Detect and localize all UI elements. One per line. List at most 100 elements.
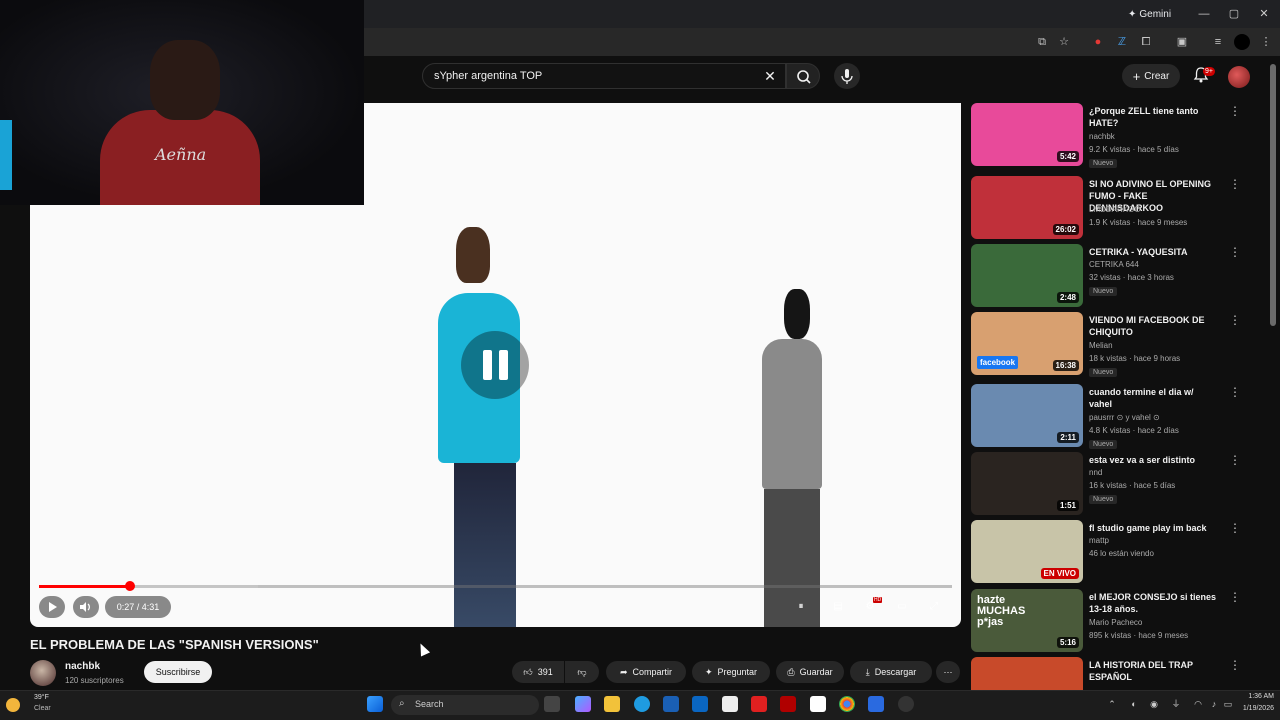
account-avatar[interactable] — [1228, 66, 1250, 88]
bookmark-star-icon[interactable]: ☆ — [1056, 34, 1072, 50]
profile-icon[interactable] — [1234, 34, 1250, 50]
video-thumbnail[interactable]: 26:02 — [971, 176, 1083, 239]
recommendation-item[interactable]: EN VIVO fl studio game play im back mattp 4… — [971, 520, 1251, 584]
clock-time[interactable]: 1:36 AM — [1234, 693, 1274, 700]
more-vertical-icon[interactable]: ⋮ — [1229, 659, 1241, 671]
more-vertical-icon[interactable]: ⋮ — [1229, 314, 1241, 326]
video-thumbnail[interactable]: hazte MUCHAS p*jas 5:16 — [971, 589, 1083, 652]
ask-button[interactable]: ✦ Preguntar — [692, 661, 770, 683]
recommendation-channel[interactable]: nachbk — [1089, 132, 1115, 141]
recommendation-title[interactable]: VIENDO MI FACEBOOK DE CHIQUITO — [1089, 314, 1219, 338]
like-button[interactable]: 👍︎ 391 — [512, 661, 564, 683]
fullscreen-icon[interactable]: ⤢ — [926, 599, 942, 615]
more-vertical-icon[interactable]: ⋮ — [1229, 591, 1241, 603]
task-view-icon[interactable] — [544, 696, 560, 712]
edge-browser-icon[interactable] — [634, 696, 650, 712]
record-extension-icon[interactable]: ● — [1090, 34, 1106, 50]
video-thumbnail[interactable]: 2:11 — [971, 384, 1083, 447]
create-button[interactable]: + Crear — [1122, 64, 1180, 88]
recommendation-channel[interactable]: nnd — [1089, 468, 1102, 477]
page-scrollbar[interactable] — [1270, 64, 1276, 326]
recommendation-channel[interactable]: mattp — [1089, 536, 1109, 545]
netflix-icon[interactable] — [780, 696, 796, 712]
recommendation-title[interactable]: CETRIKA - YAQUESITA — [1089, 246, 1219, 258]
recommendation-channel[interactable]: LMDDARKOO — [1089, 205, 1141, 214]
more-vertical-icon[interactable]: ⋮ — [1229, 386, 1241, 398]
more-actions-button[interactable]: ⋯ — [936, 661, 960, 683]
weather-description[interactable]: Clear — [34, 705, 51, 712]
video-thumbnail[interactable]: 5:42 — [971, 103, 1083, 166]
notes-app-icon[interactable] — [868, 696, 884, 712]
recommendation-channel[interactable]: CETRIKA 644 — [1089, 260, 1139, 269]
progress-scrubber[interactable] — [125, 581, 136, 591]
tray-record-icon[interactable]: ◉ — [1148, 698, 1160, 710]
more-vertical-icon[interactable]: ⋮ — [1229, 178, 1241, 190]
search-input[interactable]: sYpher argentina TOP — [434, 70, 542, 82]
copilot-icon[interactable] — [575, 696, 591, 712]
youtube-app-icon[interactable] — [751, 696, 767, 712]
share-button[interactable]: ➦ Compartir — [606, 661, 686, 683]
recommendation-title[interactable]: cuando termine el dia w/ vahel — [1089, 386, 1219, 410]
video-thumbnail[interactable]: facebook 16:38 — [971, 312, 1083, 375]
outlook-icon[interactable] — [692, 696, 708, 712]
recommendation-item[interactable]: 26:02 SI NO ADIVINO EL OPENING FUMO - FAK… — [971, 176, 1251, 240]
recommendation-item[interactable]: facebook 16:38 VIENDO MI FACEBOOK DE CHIQU… — [971, 312, 1251, 377]
taskbar-search[interactable] — [391, 695, 539, 715]
subtitles-icon[interactable]: ▤ — [830, 599, 846, 615]
chrome-icon[interactable] — [839, 696, 855, 712]
extensions-icon[interactable]: ⧠ — [1138, 34, 1154, 50]
recommendation-title[interactable]: LA HISTORIA DEL TRAP ESPAÑOL — [1089, 659, 1219, 683]
pause-overlay-icon[interactable] — [461, 331, 529, 399]
search-button[interactable] — [786, 63, 820, 89]
recommendation-item[interactable]: 2:11 cuando termine el dia w/ vahel pausrr… — [971, 384, 1251, 449]
recommendation-item[interactable]: hazte MUCHAS p*jas 5:16 el MEJOR CONSEJO s… — [971, 589, 1251, 653]
channel-name[interactable]: nachbk — [65, 661, 100, 672]
tray-app-icon[interactable]: ◐ — [1128, 698, 1140, 710]
store-icon[interactable] — [663, 696, 679, 712]
tray-usb-icon[interactable]: ⏚ — [1170, 698, 1182, 710]
recommendation-title[interactable]: fl studio game play im back — [1089, 522, 1219, 534]
more-vertical-icon[interactable]: ⋮ — [1229, 105, 1241, 117]
video-thumbnail[interactable]: 1:51 — [971, 452, 1083, 515]
subscribe-button[interactable]: Suscribirse — [144, 661, 212, 683]
clock-date[interactable]: 1/19/2026 — [1234, 705, 1274, 712]
recommendation-channel[interactable]: pausrrr ⊙ y vahel ⊙ — [1089, 413, 1160, 422]
weather-temperature[interactable]: 39°F — [34, 694, 49, 701]
recommendation-channel[interactable]: Melian — [1089, 341, 1113, 350]
clear-search-icon[interactable]: ✕ — [762, 68, 778, 84]
chrome-menu-icon[interactable]: ⋮ — [1258, 34, 1274, 50]
more-vertical-icon[interactable]: ⋮ — [1229, 454, 1241, 466]
recommendation-title[interactable]: ¿Porque ZELL tiene tanto HATE? — [1089, 105, 1219, 129]
cast-icon[interactable]: ⧉ — [1034, 34, 1050, 50]
video-thumbnail[interactable]: EN VIVO — [971, 520, 1083, 583]
windows-start-icon[interactable] — [367, 696, 383, 712]
tray-chevron-icon[interactable]: ⌃ — [1106, 698, 1118, 710]
voice-search-button[interactable] — [834, 63, 860, 89]
channel-avatar[interactable] — [30, 660, 56, 686]
wifi-icon[interactable]: ◠ — [1192, 698, 1204, 710]
media-control-icon[interactable]: ≡ — [1210, 34, 1226, 50]
recommendation-title[interactable]: esta vez va a ser distinto — [1089, 454, 1219, 466]
download-button[interactable]: ⤓ Descargar — [850, 661, 932, 683]
save-button[interactable]: ⎙ Guardar — [776, 661, 844, 683]
recommendation-item[interactable]: 2:48 CETRIKA - YAQUESITA CETRIKA 644 32 vis… — [971, 244, 1251, 308]
recommendation-item[interactable]: 1:51 esta vez va a ser distinto nnd 16 k vi… — [971, 452, 1251, 516]
recommendation-item[interactable]: 5:42 ¿Porque ZELL tiene tanto HATE? nachbk… — [971, 103, 1251, 168]
video-thumbnail[interactable]: 2:48 — [971, 244, 1083, 307]
gemini-button[interactable]: ✦ Gemini — [1122, 5, 1177, 23]
recommendation-channel[interactable]: Mario Pacheco — [1089, 618, 1142, 627]
amazon-icon[interactable] — [810, 696, 826, 712]
autoplay-toggle-icon[interactable]: ⏸ — [793, 599, 809, 615]
weather-moon-icon[interactable] — [6, 698, 20, 712]
theater-mode-icon[interactable]: ▭ — [894, 599, 910, 615]
maximize-button[interactable]: ▢ — [1226, 6, 1242, 22]
battery-icon[interactable]: ▭ — [1222, 698, 1234, 710]
minimize-button[interactable]: — — [1196, 6, 1212, 22]
obs-icon[interactable] — [898, 696, 914, 712]
recommendation-title[interactable]: el MEJOR CONSEJO si tienes 13-18 años. — [1089, 591, 1219, 615]
side-panel-icon[interactable]: ▣ — [1174, 34, 1190, 50]
progress-bar[interactable] — [39, 581, 952, 591]
volume-tray-icon[interactable]: ♪ — [1208, 698, 1220, 710]
more-vertical-icon[interactable]: ⋮ — [1229, 522, 1241, 534]
file-explorer-icon[interactable] — [604, 696, 620, 712]
